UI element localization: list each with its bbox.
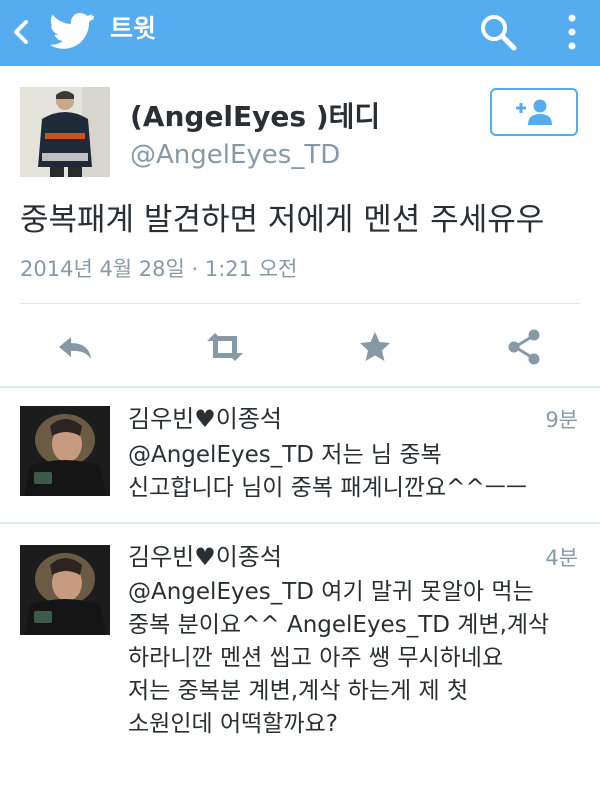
- search-icon[interactable]: [476, 10, 520, 54]
- retweet-icon[interactable]: [203, 327, 247, 367]
- more-vertical-icon[interactable]: [560, 10, 584, 54]
- divider: [20, 303, 580, 304]
- page-title: 트윗: [110, 14, 157, 43]
- twitter-bird-icon[interactable]: [50, 10, 94, 50]
- reply-author-name[interactable]: 김우빈♥이종석: [128, 404, 282, 434]
- reply-time: 9분: [545, 408, 578, 432]
- favorite-star-icon[interactable]: [353, 327, 397, 367]
- reply-text: @AngelEyes_TD 저는 님 중복 신고합니다 님이 중복 패계니깐요^…: [128, 442, 528, 501]
- user-handle[interactable]: @AngelEyes_TD: [130, 140, 340, 170]
- profile-photo-icon: [20, 406, 110, 496]
- profile-photo-icon: [20, 545, 110, 635]
- reply-avatar[interactable]: [20, 406, 110, 496]
- add-user-icon: [516, 99, 552, 125]
- top-app-bar: 트윗: [0, 0, 600, 66]
- divider: [0, 386, 600, 388]
- reply-author-name[interactable]: 김우빈♥이종석: [128, 542, 282, 572]
- display-name[interactable]: (AngelEyes )테디: [130, 100, 380, 134]
- share-icon[interactable]: [503, 327, 547, 367]
- back-chevron-icon[interactable]: [8, 12, 32, 52]
- tweet-text: 중복패계 발견하면 저에게 멘션 주세유우: [20, 202, 545, 238]
- profile-photo-icon: [20, 87, 110, 177]
- avatar[interactable]: [20, 87, 110, 177]
- reply-text: @AngelEyes_TD 여기 말귀 못알아 먹는 중복 분이요^^ Ange…: [128, 579, 550, 737]
- tweet-timestamp: 2014년 4월 28일 · 1:21 오전: [20, 257, 298, 281]
- reply-time: 4분: [545, 546, 578, 570]
- follow-button[interactable]: [490, 88, 578, 136]
- reply-avatar[interactable]: [20, 545, 110, 635]
- tweet-actions: [0, 305, 600, 385]
- divider: [0, 522, 600, 524]
- reply-icon[interactable]: [53, 327, 97, 367]
